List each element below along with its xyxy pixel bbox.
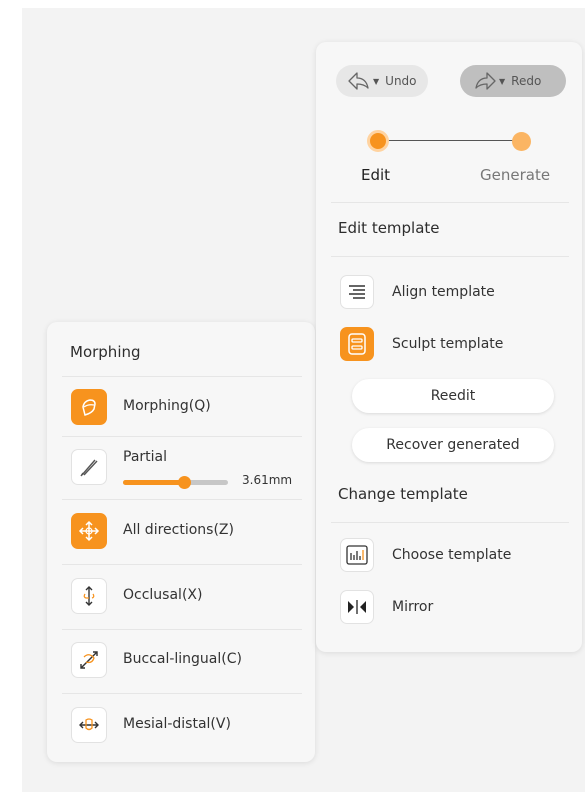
redo-icon [475, 72, 496, 90]
occlusal-icon [71, 578, 107, 614]
choose-template-icon [340, 538, 374, 572]
change-template-heading: Change template [338, 485, 468, 503]
partial-tool-label: Partial [123, 449, 167, 465]
divider [331, 202, 569, 203]
align-lines-icon [340, 275, 374, 309]
choose-template-label: Choose template [392, 547, 512, 563]
recover-generated-button[interactable]: Recover generated [352, 428, 554, 462]
morphing-icon [71, 389, 107, 425]
divider [62, 629, 302, 630]
choose-template-tool[interactable]: Choose template [340, 538, 560, 574]
sculpt-template-icon [340, 327, 374, 361]
undo-icon [348, 72, 369, 90]
mirror-icon [340, 590, 374, 624]
align-template-tool[interactable]: Align template [340, 275, 560, 311]
mirror-label: Mirror [392, 599, 434, 615]
edit-template-heading: Edit template [338, 219, 440, 237]
divider [62, 499, 302, 500]
mesial-distal-tool[interactable]: Mesial-distal(V) [71, 707, 301, 747]
undo-label: Undo [385, 74, 417, 88]
buccal-lingual-tool[interactable]: Buccal-lingual(C) [71, 642, 301, 682]
divider [62, 693, 302, 694]
divider [331, 522, 569, 523]
buccal-lingual-label: Buccal-lingual(C) [123, 651, 242, 667]
partial-size-slider[interactable] [123, 476, 228, 489]
slider-fill [123, 480, 184, 485]
partial-size-value: 3.61mm [242, 473, 293, 487]
partial-brush-icon [71, 449, 107, 485]
mesial-distal-label: Mesial-distal(V) [123, 716, 231, 732]
partial-tool[interactable]: Partial 3.61mm [71, 449, 301, 493]
align-template-label: Align template [392, 284, 495, 300]
step-generate-dot[interactable] [512, 132, 531, 151]
step-edit-dot[interactable] [367, 130, 389, 152]
mesial-distal-icon [71, 707, 107, 743]
morphing-tool-label: Morphing(Q) [123, 398, 211, 414]
background-strip-top [0, 0, 585, 8]
divider [62, 436, 302, 437]
morphing-tool[interactable]: Morphing(Q) [71, 389, 301, 429]
step-generate-label[interactable]: Generate [480, 166, 550, 184]
slider-thumb[interactable] [177, 476, 191, 489]
sculpt-template-tool[interactable]: Sculpt template [340, 327, 560, 363]
background-strip-left [0, 0, 22, 792]
edit-panel: ▼ Undo ▼ Redo Edit Generate Edit templat… [316, 42, 582, 652]
all-directions-tool[interactable]: All directions(Z) [71, 513, 301, 553]
divider [62, 376, 302, 377]
sculpt-template-label: Sculpt template [392, 336, 504, 352]
all-directions-icon [71, 513, 107, 549]
divider [62, 564, 302, 565]
morphing-panel-title: Morphing [70, 343, 141, 361]
morphing-panel: Morphing Morphing(Q) Partial 3.61mm All … [47, 322, 315, 762]
buccal-lingual-icon [71, 642, 107, 678]
redo-button[interactable]: ▼ Redo [460, 65, 566, 97]
redo-label: Redo [511, 74, 542, 88]
occlusal-label: Occlusal(X) [123, 587, 203, 603]
occlusal-tool[interactable]: Occlusal(X) [71, 578, 301, 618]
divider [331, 256, 569, 257]
all-directions-label: All directions(Z) [123, 522, 234, 538]
mirror-tool[interactable]: Mirror [340, 590, 560, 626]
undo-button[interactable]: ▼ Undo [336, 65, 428, 97]
redo-dropdown-icon[interactable]: ▼ [499, 77, 505, 86]
reedit-button[interactable]: Reedit [352, 379, 554, 413]
step-edit-label[interactable]: Edit [361, 166, 390, 184]
undo-dropdown-icon[interactable]: ▼ [373, 77, 379, 86]
step-connector [382, 140, 516, 141]
